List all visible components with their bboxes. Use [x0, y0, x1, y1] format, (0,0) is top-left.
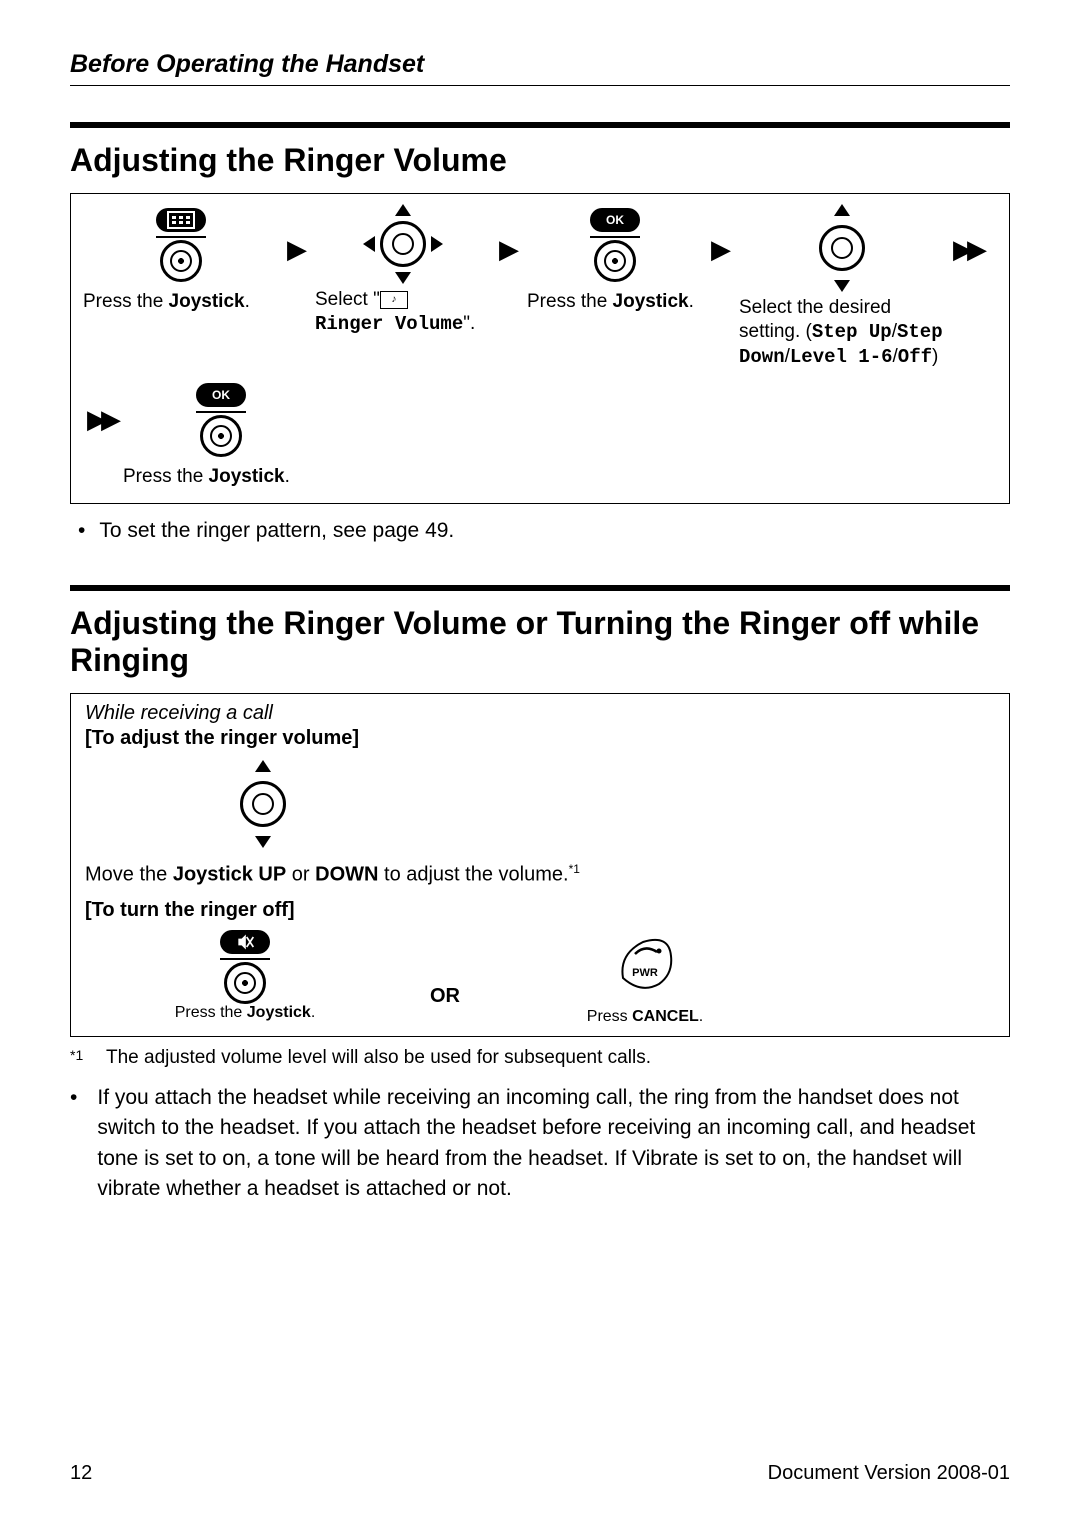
page-number: 12: [70, 1462, 92, 1485]
adjust-volume-label: [To adjust the ringer volume]: [85, 727, 359, 749]
menu-pill-icon: [156, 208, 206, 232]
caption-bold: CANCEL: [632, 1008, 699, 1025]
flow-arrow-double-icon: ▶▶: [947, 204, 987, 294]
option-step-up: Step Up: [812, 321, 892, 343]
flow-arrow-icon: ▶: [705, 204, 737, 294]
caption-bold: Joystick: [247, 1004, 311, 1021]
ringer-small-icon: ♪: [380, 291, 408, 309]
caption-text: .: [699, 1008, 703, 1025]
or-label: OR: [405, 939, 485, 1008]
caption-text: .: [245, 291, 250, 312]
step-select-setting: Select the desired setting. (Step Up/Ste…: [737, 204, 947, 373]
while-receiving-label: While receiving a call: [85, 702, 995, 725]
joystick-icon: [200, 415, 242, 457]
caption-text: Press: [587, 1008, 632, 1025]
adjust-bold: Joystick UP: [173, 864, 286, 886]
adjust-text: Move the: [85, 864, 173, 886]
flow-arrow-icon: ▶: [281, 204, 313, 294]
cancel-pwr-button-icon: PWR: [615, 934, 675, 994]
caption-text: .: [311, 1004, 315, 1021]
caption-text: Press the: [175, 1004, 247, 1021]
caption-text: Press the: [527, 291, 613, 312]
adjust-text: to adjust the volume.: [378, 864, 568, 886]
step-select-ringer-volume: Select "♪ Ringer Volume".: [313, 204, 493, 341]
mute-pill-icon: [220, 930, 270, 954]
caption-text: Select ": [315, 289, 380, 310]
footnote-1: *1 The adjusted volume level will also b…: [70, 1047, 1010, 1069]
joystick-icon: [224, 962, 266, 1004]
footnote-text: The adjusted volume level will also be u…: [106, 1047, 651, 1069]
caption-text: ".: [463, 313, 475, 334]
ok-pill-icon: OK: [590, 208, 640, 232]
caption-text: ): [932, 346, 938, 367]
caption-bold: Joystick: [613, 291, 689, 312]
turnoff-option-joystick: Press the Joystick.: [85, 922, 405, 1022]
option-level: Level 1-6: [790, 346, 893, 368]
step-press-joystick-3: OK Press the Joystick.: [121, 379, 321, 493]
section-divider: [70, 585, 1010, 591]
svg-text:PWR: PWR: [632, 967, 658, 979]
joystick-4way-icon: [367, 208, 439, 280]
ringer-off-box: While receiving a call [To adjust the ri…: [70, 693, 1010, 1037]
turnoff-option-cancel: PWR Press CANCEL.: [485, 922, 805, 1026]
caption-bold: Joystick: [169, 291, 245, 312]
running-head: Before Operating the Handset: [70, 50, 1010, 79]
document-version: Document Version 2008-01: [768, 1462, 1010, 1485]
turn-off-label: [To turn the ringer off]: [85, 899, 295, 921]
ok-pill-icon: OK: [196, 383, 246, 407]
section-title-ringer-volume: Adjusting the Ringer Volume: [70, 142, 1010, 179]
joystick-icon: [160, 240, 202, 282]
ringer-pattern-note: To set the ringer pattern, see page 49.: [99, 516, 454, 545]
flow-arrow-double-icon: ▶▶: [81, 379, 121, 459]
ringer-volume-steps-box: Press the Joystick. ▶ Select "♪ Ringer V…: [70, 193, 1010, 504]
joystick-updown-icon: [235, 764, 291, 844]
caption-bold: Joystick: [209, 466, 285, 487]
caption-text: .: [285, 466, 290, 487]
caption-text: .: [689, 291, 694, 312]
caption-mono: Ringer Volume: [315, 313, 463, 335]
option-off: Off: [898, 346, 932, 368]
footnote-mark: *1: [70, 1047, 96, 1069]
headset-note: If you attach the headset while receivin…: [97, 1083, 1010, 1205]
section-title-ringer-off: Adjusting the Ringer Volume or Turning t…: [70, 605, 1010, 679]
step-press-joystick-2: OK Press the Joystick.: [525, 204, 705, 318]
joystick-updown-icon: [814, 208, 870, 288]
caption-text: Press the: [123, 466, 209, 487]
caption-text: Press the: [83, 291, 169, 312]
running-head-rule: [70, 85, 1010, 86]
joystick-icon: [594, 240, 636, 282]
step-press-joystick-1: Press the Joystick.: [81, 204, 281, 318]
flow-arrow-icon: ▶: [493, 204, 525, 294]
footnote-ref: *1: [569, 862, 580, 876]
section-divider: [70, 122, 1010, 128]
adjust-text: or: [286, 864, 315, 886]
adjust-bold: DOWN: [315, 864, 378, 886]
